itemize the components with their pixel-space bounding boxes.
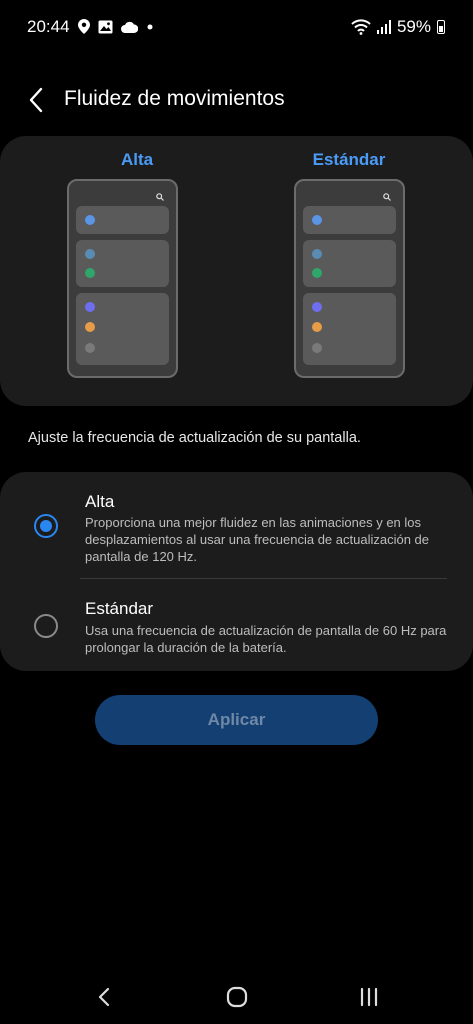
preview-block	[303, 293, 396, 365]
preview-card: Alta Estándar	[0, 136, 473, 406]
preview-block	[303, 206, 396, 234]
phone-preview-high	[67, 179, 178, 378]
radio-standard[interactable]	[34, 614, 58, 638]
option-title-high: Alta	[85, 492, 115, 511]
status-time: 20:44	[27, 17, 70, 36]
preview-standard: Estándar	[289, 150, 409, 180]
navigation-bar	[0, 970, 473, 1024]
option-desc-standard: Usa una frecuencia de actualización de p…	[85, 623, 447, 655]
option-standard[interactable]: Estándar Usa una frecuencia de actualiza…	[0, 579, 473, 671]
preview-high: Alta	[77, 150, 197, 180]
battery-icon	[437, 20, 445, 34]
preview-block	[76, 206, 169, 234]
location-pin-icon	[78, 19, 90, 34]
search-icon	[156, 193, 164, 201]
options-card: Alta Proporciona una mejor fluidez en la…	[0, 472, 473, 671]
nav-home-icon[interactable]	[222, 984, 252, 1010]
preview-label-standard: Estándar	[312, 150, 386, 169]
dot-icon	[147, 24, 153, 29]
nav-back-icon[interactable]	[90, 984, 120, 1010]
wifi-icon	[351, 19, 371, 35]
option-title-standard: Estándar	[85, 599, 154, 618]
option-desc-high: Proporciona una mejor fluidez en las ani…	[85, 515, 429, 564]
option-high[interactable]: Alta Proporciona una mejor fluidez en la…	[0, 472, 473, 578]
search-icon	[383, 193, 391, 201]
preview-block	[76, 293, 169, 365]
signal-icon	[376, 20, 391, 34]
preview-block	[76, 240, 169, 287]
status-bar: 20:44 59%	[0, 0, 473, 56]
phone-preview-standard	[294, 179, 405, 378]
battery-percent: 59%	[396, 17, 431, 36]
nav-recents-icon[interactable]	[354, 984, 384, 1010]
apply-button[interactable]: Aplicar	[95, 695, 378, 745]
refresh-rate-description: Ajuste la frecuencia de actualización de…	[28, 430, 361, 446]
cloud-icon	[121, 21, 138, 33]
radio-high[interactable]	[34, 514, 58, 538]
preview-block	[303, 240, 396, 287]
app-bar: Fluidez de movimientos	[0, 80, 473, 120]
preview-label-high: Alta	[120, 150, 154, 169]
page-title: Fluidez de movimientos	[64, 87, 285, 110]
back-button[interactable]	[24, 86, 52, 114]
image-icon	[98, 20, 113, 33]
